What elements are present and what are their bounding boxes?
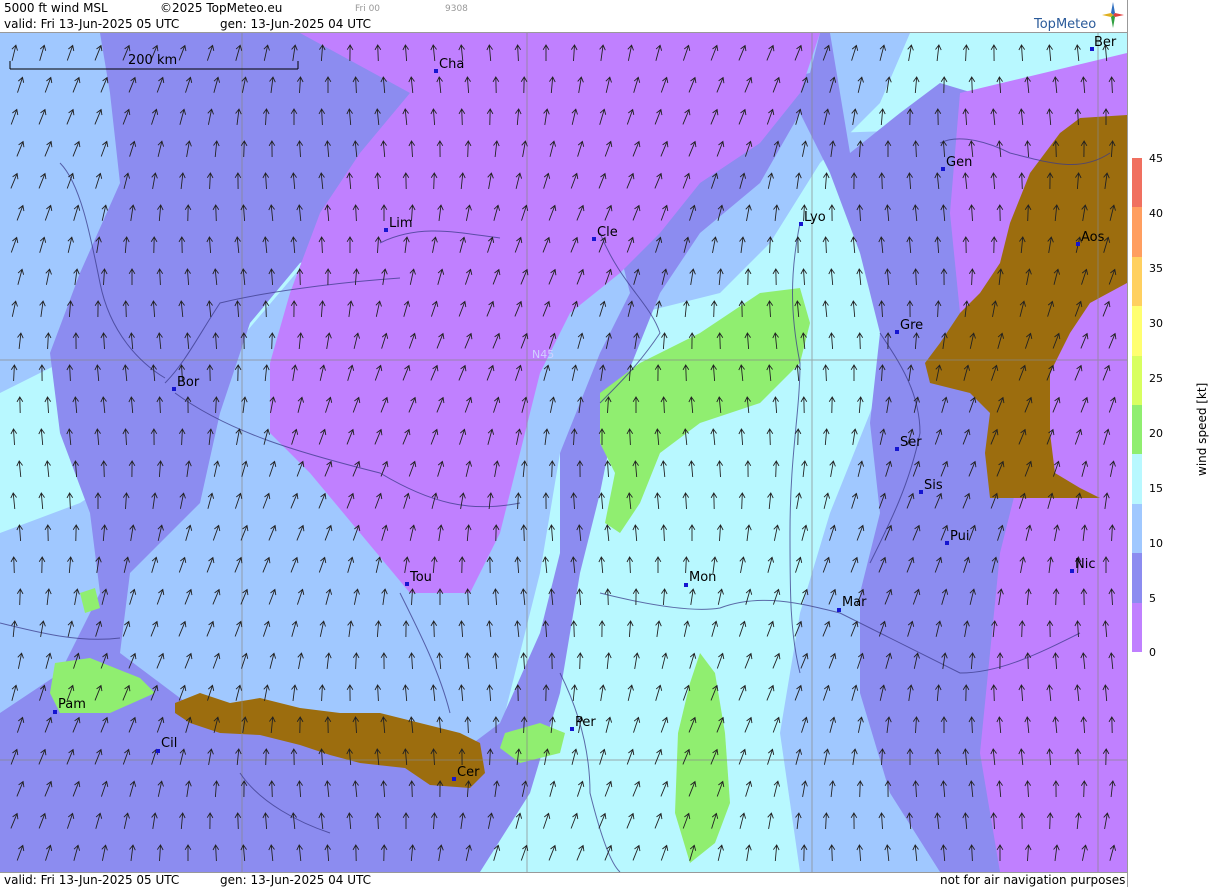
legend-color-segment [1132, 306, 1142, 356]
city-pam[interactable]: Pam [53, 697, 86, 714]
city-ber[interactable]: Ber [1090, 35, 1117, 51]
city-mar[interactable]: Mar [837, 595, 867, 612]
disclaimer: not for air navigation purposes [940, 873, 1126, 887]
city-dot [156, 749, 160, 753]
legend-tick: 25 [1149, 372, 1163, 385]
city-bor[interactable]: Bor [172, 375, 200, 391]
city-label: Nic [1075, 557, 1095, 572]
city-label: Sis [924, 478, 943, 493]
footer-valid-time: valid: Fri 13-Jun-2025 05 UTC [4, 873, 180, 887]
city-label: Lyo [804, 210, 826, 225]
legend-color-segment [1132, 553, 1142, 603]
city-dot [434, 69, 438, 73]
wind-speed-legend: 45 40 35 30 25 20 15 10 5 0 wind speed [… [1127, 0, 1219, 887]
legend-color-segment [1132, 355, 1142, 405]
city-dot [384, 228, 388, 232]
city-dot [895, 330, 899, 334]
city-dot [405, 582, 409, 586]
city-dot [945, 541, 949, 545]
city-label: Mar [842, 595, 867, 610]
city-cer[interactable]: Cer [452, 765, 480, 781]
legend-color-segment [1132, 158, 1142, 208]
legend-tick: 30 [1149, 317, 1163, 330]
legend-tick: 40 [1149, 207, 1163, 220]
city-dot [172, 387, 176, 391]
city-dot [895, 447, 899, 451]
legend-color-segment [1132, 207, 1142, 257]
city-label: Cle [597, 225, 618, 240]
city-label: Cer [457, 765, 480, 780]
city-aos[interactable]: Aos [1076, 230, 1105, 246]
legend-color-segment [1132, 405, 1142, 455]
legend-tick: 45 [1149, 152, 1163, 165]
legend-tick: 20 [1149, 427, 1163, 440]
brand-name: TopMeteo [1034, 17, 1097, 32]
scale-label: 200 km [128, 53, 177, 68]
city-label: Aos [1081, 230, 1105, 245]
wind-map-canvas: N45 200 km Cha Lim Cle Lyo Gen Aos Gre B… [0, 33, 1127, 872]
city-label: Gen [946, 155, 972, 170]
map-title: 5000 ft wind MSL [4, 1, 108, 15]
city-gre[interactable]: Gre [895, 318, 923, 334]
city-label: Pam [58, 697, 86, 712]
city-label: Pui [950, 529, 969, 544]
city-dot [919, 490, 923, 494]
city-label: Ser [900, 435, 922, 450]
city-label: Per [575, 715, 596, 730]
city-dot [1076, 242, 1080, 246]
legend-tick: 0 [1149, 646, 1156, 659]
city-label: Tou [409, 570, 432, 585]
legend-color-segment [1132, 602, 1142, 652]
copyright: ©2025 TopMeteo.eu [160, 1, 283, 15]
legend-color-segment [1132, 503, 1142, 554]
legend-color-segment [1132, 256, 1142, 307]
city-dot [592, 237, 596, 241]
city-ser[interactable]: Ser [895, 435, 922, 451]
valid-time: valid: Fri 13-Jun-2025 05 UTC [4, 17, 180, 31]
header-bar: 5000 ft wind MSL ©2025 TopMeteo.eu Fri 0… [0, 0, 1127, 33]
city-dot [837, 608, 841, 612]
code-label: 9308 [445, 4, 468, 14]
legend-tick: 10 [1149, 537, 1163, 550]
city-label: Lim [389, 216, 413, 231]
legend-color-segment [1132, 454, 1142, 504]
city-dot [684, 583, 688, 587]
city-dot [53, 710, 57, 714]
wind-map[interactable]: N45 200 km Cha Lim Cle Lyo Gen Aos Gre B… [0, 33, 1127, 872]
city-dot [452, 777, 456, 781]
grid-label: N45 [532, 348, 554, 361]
city-label: Gre [900, 318, 923, 333]
city-label: Bor [177, 375, 200, 390]
city-dot [941, 167, 945, 171]
legend-color-bar [1132, 158, 1142, 652]
city-cha[interactable]: Cha [434, 57, 464, 73]
topmeteo-logo: TopMeteo [1034, 2, 1126, 32]
city-dot [1070, 569, 1074, 573]
city-label: Cil [161, 736, 177, 751]
city-mon[interactable]: Mon [684, 570, 716, 587]
city-tou[interactable]: Tou [405, 570, 432, 586]
gen-time: gen: 13-Jun-2025 04 UTC [220, 17, 372, 31]
city-label: Cha [439, 57, 464, 72]
city-dot [570, 727, 574, 731]
city-label: Mon [689, 570, 716, 585]
city-gen[interactable]: Gen [941, 155, 972, 171]
legend-tick: 5 [1149, 592, 1156, 605]
legend-tick: 15 [1149, 482, 1163, 495]
city-lim[interactable]: Lim [384, 216, 413, 232]
city-label: Ber [1094, 35, 1117, 50]
compass-star-icon [1102, 2, 1124, 28]
run-label: Fri 00 [355, 4, 381, 14]
footer-bar: valid: Fri 13-Jun-2025 05 UTC gen: 13-Ju… [0, 872, 1127, 888]
legend-tick: 35 [1149, 262, 1163, 275]
legend-unit: wind speed [kt] [1195, 382, 1209, 476]
footer-gen-time: gen: 13-Jun-2025 04 UTC [220, 873, 372, 887]
city-dot [799, 222, 803, 226]
